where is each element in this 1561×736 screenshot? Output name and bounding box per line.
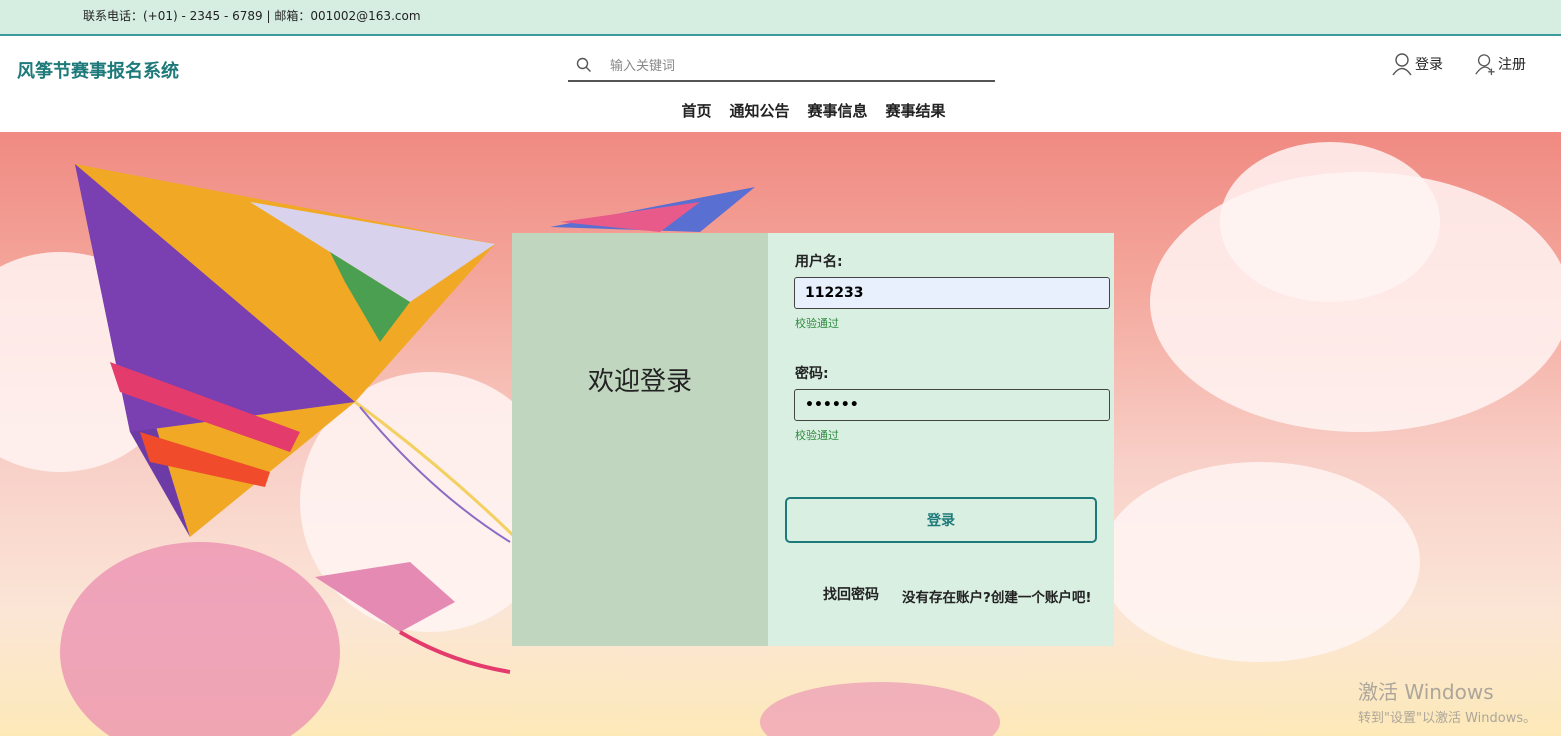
login-link-label: 登录 [1415, 57, 1443, 73]
username-label: 用户名: [795, 254, 843, 270]
login-form: 用户名: 校验通过 密码: 校验通过 登录 找回密码 没有存在账户?创建一个账户… [768, 233, 1114, 646]
user-add-icon [1475, 54, 1495, 75]
register-link-label: 注册 [1498, 57, 1526, 73]
windows-activation-watermark: 激活 Windows 转到"设置"以激活 Windows。 [1358, 676, 1536, 726]
contact-bar: 联系电话：(+01) - 2345 - 6789 | 邮箱：001002@163… [0, 0, 1561, 36]
nav-item-notices[interactable]: 通知公告 [729, 100, 789, 121]
password-input[interactable] [794, 389, 1110, 421]
nav-item-events[interactable]: 赛事信息 [808, 100, 868, 121]
nav-item-results[interactable]: 赛事结果 [886, 100, 946, 121]
site-logo[interactable]: 风筝节赛事报名系统 [17, 57, 179, 83]
contact-info: 联系电话：(+01) - 2345 - 6789 | 邮箱：001002@163… [83, 9, 421, 23]
watermark-line2: 转到"设置"以激活 Windows。 [1358, 711, 1537, 726]
username-hint: 校验通过 [795, 317, 839, 330]
search-input[interactable] [608, 54, 982, 78]
login-button[interactable]: 登录 [785, 497, 1097, 543]
hero-background: 欢迎登录 用户名: 校验通过 密码: 校验通过 登录 找回密码 没有存在账户?创… [0, 132, 1561, 736]
main-nav: 首页 通知公告 赛事信息 赛事结果 [0, 100, 1561, 121]
register-account-link[interactable]: 没有存在账户?创建一个账户吧! [902, 586, 1092, 606]
search-bar [568, 50, 995, 82]
login-link[interactable]: 登录 [1391, 52, 1443, 76]
password-hint: 校验通过 [795, 429, 839, 442]
welcome-title: 欢迎登录 [587, 367, 692, 397]
nav-item-home[interactable]: 首页 [681, 100, 711, 121]
forgot-password-link[interactable]: 找回密码 [823, 584, 879, 604]
username-input[interactable] [794, 277, 1110, 309]
user-icon [1392, 53, 1412, 76]
register-link[interactable]: 注册 [1474, 52, 1526, 76]
search-icon[interactable] [576, 57, 592, 73]
header: 风筝节赛事报名系统 登录 注册 首页 通知公告 赛事信息 赛事结果 [0, 38, 1561, 132]
login-card: 欢迎登录 用户名: 校验通过 密码: 校验通过 登录 找回密码 没有存在账户?创… [512, 233, 1114, 646]
watermark-line1: 激活 Windows [1358, 680, 1494, 704]
password-label: 密码: [795, 366, 829, 382]
login-welcome-panel: 欢迎登录 [512, 233, 768, 646]
